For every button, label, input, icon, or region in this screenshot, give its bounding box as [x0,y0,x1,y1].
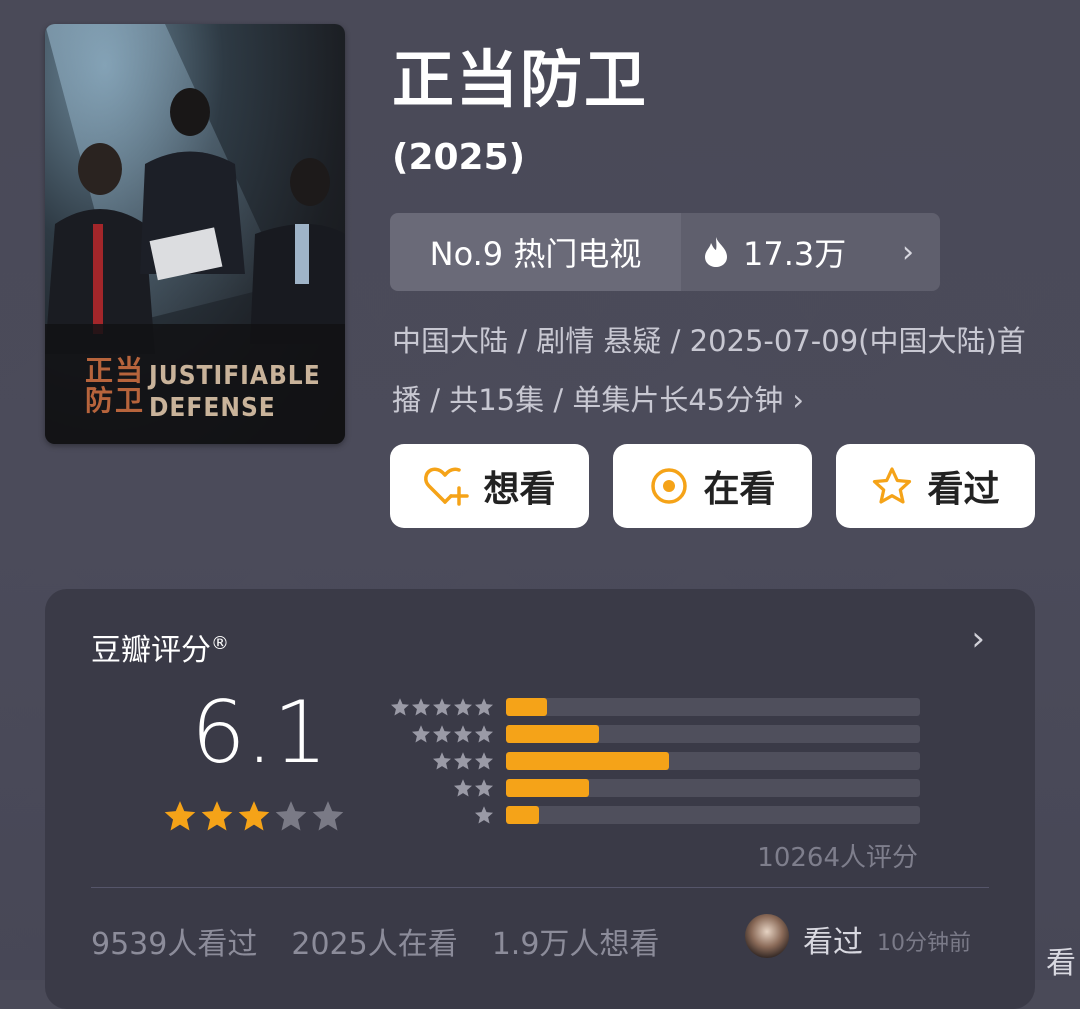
flame-icon [705,237,727,267]
star-outline-icon [873,467,912,504]
rating-bar-track [505,724,920,743]
watched-button[interactable]: 看过 [836,444,1035,528]
small-star-icon [474,697,493,715]
want-to-watch-button[interactable]: 想看 [390,444,589,528]
rank-label: No.9 热门电视 [390,213,681,291]
rating-bar-fill [505,724,600,743]
watching-count[interactable]: 2025人在看 [291,919,457,963]
rating-title: 豆瓣评分® [91,625,229,669]
small-star-icon [390,697,409,715]
rating-chevron-icon[interactable]: › [971,619,985,659]
small-star-icon [432,697,451,715]
show-meta-info[interactable]: 中国大陆 / 剧情 悬疑 / 2025-07-09(中国大陆)首播 / 共15集… [392,312,1032,430]
rating-row-1-star [375,801,920,828]
edge-text: 看 [1046,946,1076,981]
rating-row-stars [375,805,494,825]
small-star-icon [411,697,430,715]
star-filled-icon [238,801,270,831]
rating-bar-track [505,697,920,716]
rating-row-4-star [375,720,920,747]
activity-time: 10分钟前 [877,931,971,956]
small-star-icon [432,751,451,769]
activity-action: 看过 [803,925,863,960]
small-star-icon [474,751,493,769]
rating-stars [163,799,345,833]
rating-row-stars [375,697,494,717]
rating-score: 6.1 [191,683,328,783]
rating-bar-track [505,778,920,797]
rating-bar-fill [505,778,589,797]
poster-image[interactable]: 正当防卫 JUSTIFIABLE DEFENSE [45,24,345,444]
registered-mark: ® [211,633,229,654]
rating-count[interactable]: 10264人评分 [757,837,918,874]
watch-stats: 9539人看过 2025人在看 1.9万人想看 [91,919,659,963]
star-empty-icon [275,801,307,831]
chevron-right-icon: › [902,234,914,270]
rating-bar-fill [505,697,548,716]
hot-count: 17.3万 [743,235,847,273]
want-to-watch-label: 想看 [483,469,556,510]
star-filled-icon [201,801,233,831]
target-icon [651,468,688,504]
small-star-icon [453,751,472,769]
rating-row-stars [375,778,494,798]
small-star-icon [453,724,472,742]
small-star-icon [474,805,493,823]
rating-bar-fill [505,751,670,770]
heart-plus-icon [424,467,470,506]
page-title: 正当防卫 [392,43,649,116]
rating-row-2-star [375,774,920,801]
poster-title-en: JUSTIFIABLE DEFENSE [149,361,321,423]
small-star-icon [432,724,451,742]
watched-count[interactable]: 9539人看过 [91,919,257,963]
rating-row-stars [375,724,494,744]
rating-bar-track [505,805,920,824]
watching-button[interactable]: 在看 [613,444,812,528]
rating-title-text: 豆瓣评分 [91,633,211,668]
small-star-icon [411,724,430,742]
watched-label: 看过 [927,469,1000,510]
divider [91,887,989,888]
watching-label: 在看 [703,469,776,510]
small-star-icon [474,778,493,796]
small-star-icon [453,778,472,796]
rating-row-stars [375,751,494,771]
hot-count-section[interactable]: 17.3万 › [681,213,940,291]
rating-card: 豆瓣评分® › 6.1 10264人评分 9539人看过 2025人在看 1.9… [45,589,1035,1009]
small-star-icon [453,697,472,715]
release-year: (2025) [392,137,526,178]
poster-title-cn: 正当防卫 [85,354,146,417]
rating-bar-fill [505,805,540,824]
star-empty-icon [312,801,344,831]
rating-distribution [375,693,920,828]
rank-badge[interactable]: No.9 热门电视 17.3万 › [390,213,940,291]
small-star-icon [474,724,493,742]
avatar[interactable] [745,914,789,958]
rating-row-5-star [375,693,920,720]
rating-bar-track [505,751,920,770]
star-filled-icon [164,801,196,831]
want-count[interactable]: 1.9万人想看 [492,919,660,963]
rating-row-3-star [375,747,920,774]
